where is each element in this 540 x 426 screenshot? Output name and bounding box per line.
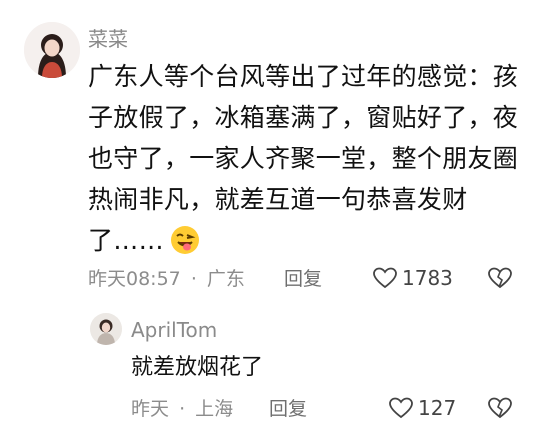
meta-separator: · — [179, 398, 186, 420]
reply-button[interactable]: 回复 — [284, 268, 322, 290]
comment-location: 广东 — [206, 268, 245, 290]
reply-avatar[interactable] — [90, 313, 122, 345]
comment-time: 昨天08:57 — [88, 268, 181, 290]
comment-author[interactable]: 菜菜 — [88, 27, 128, 51]
broken-heart-icon — [488, 397, 512, 419]
reply-dislike-button[interactable] — [487, 396, 513, 424]
reply-time: 昨天 — [131, 398, 170, 420]
heart-icon — [373, 267, 397, 289]
avatar-image — [24, 22, 80, 78]
face-with-tongue-wink-icon — [170, 225, 200, 255]
dislike-button[interactable] — [487, 266, 513, 294]
like-button[interactable]: 1783 — [372, 266, 453, 290]
comment-body: 广东人等个台风等出了过年的感觉：孩子放假了，冰箱塞满了，窗贴好了，夜也守了，一家… — [88, 62, 519, 255]
meta-separator: · — [190, 268, 197, 290]
reply-meta: 昨天 · 上海 — [131, 398, 233, 420]
avatar[interactable] — [24, 22, 80, 78]
reply-avatar-image — [90, 313, 122, 345]
comment-meta: 昨天08:57 · 广东 — [88, 268, 245, 290]
heart-icon — [389, 397, 413, 419]
reply-location: 上海 — [195, 398, 234, 420]
reply-reply-button[interactable]: 回复 — [269, 398, 307, 420]
reply-text: 就差放烟花了 — [131, 355, 264, 380]
like-count: 1783 — [402, 266, 453, 290]
comment-text: 广东人等个台风等出了过年的感觉：孩子放假了，冰箱塞满了，窗贴好了，夜也守了，一家… — [88, 56, 528, 261]
broken-heart-icon — [488, 267, 512, 289]
reply-like-button[interactable]: 127 — [388, 396, 456, 420]
reply-like-count: 127 — [418, 396, 457, 420]
reply-author[interactable]: AprilTom — [131, 318, 217, 342]
